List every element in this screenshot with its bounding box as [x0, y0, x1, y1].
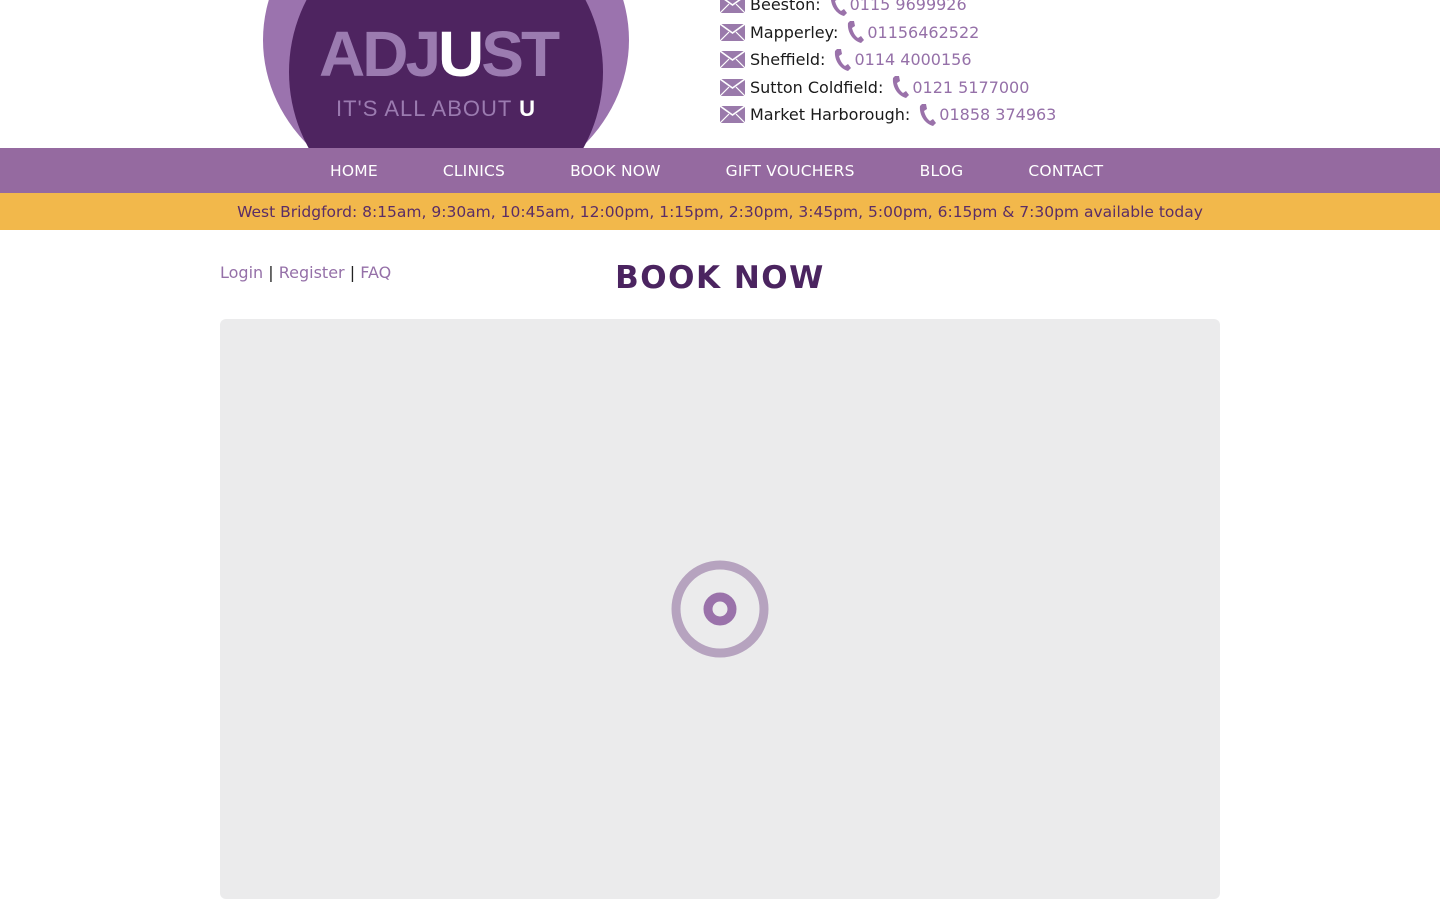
contact-phone-link[interactable]: 0115 9699926	[850, 0, 967, 14]
mail-icon[interactable]	[720, 78, 745, 96]
logo-tagline-text: IT'S ALL ABOUT	[336, 96, 512, 121]
main-nav: HOME CLINICS BOOK NOW GIFT VOUCHERS BLOG…	[0, 148, 1440, 193]
phone-icon	[833, 48, 852, 72]
clinic-contacts: Beeston: 0115 9699926 Mapperley: 0115646…	[720, 0, 1056, 129]
contact-name: Sheffield:	[750, 50, 826, 70]
mail-icon[interactable]	[720, 106, 745, 124]
nav-item-book-now[interactable]: BOOK NOW	[570, 162, 661, 180]
logo-wordmark: ADJUST	[319, 22, 560, 86]
availability-banner-text: West Bridgford: 8:15am, 9:30am, 10:45am,…	[237, 202, 1203, 221]
contact-row-market-harborough: Market Harborough: 01858 374963	[720, 101, 1056, 129]
mail-icon[interactable]	[720, 0, 745, 14]
contact-row-mapperley: Mapperley: 01156462522	[720, 19, 1056, 47]
contact-name: Market Harborough:	[750, 105, 911, 125]
phone-icon	[829, 0, 847, 17]
nav-item-blog[interactable]: BLOG	[920, 162, 964, 180]
mail-icon[interactable]	[720, 23, 745, 41]
mail-icon[interactable]	[720, 51, 745, 69]
booking-widget-frame[interactable]	[220, 319, 1220, 899]
availability-banner[interactable]: West Bridgford: 8:15am, 9:30am, 10:45am,…	[0, 193, 1440, 230]
nav-item-gift-vouchers[interactable]: GIFT VOUCHERS	[726, 162, 855, 180]
nav-item-clinics[interactable]: CLINICS	[443, 162, 505, 180]
nav-item-contact[interactable]: CONTACT	[1028, 162, 1103, 180]
contact-name: Mapperley:	[750, 22, 839, 42]
contact-phone-link[interactable]: 0121 5177000	[912, 78, 1029, 97]
phone-icon	[891, 75, 910, 99]
contact-phone-link[interactable]: 01156462522	[867, 23, 979, 42]
logo-wordmark-st: ST	[481, 18, 560, 90]
contact-phone-link[interactable]: 0114 4000156	[854, 50, 971, 69]
contact-row-sutton-coldfield: Sutton Coldfield: 0121 5177000	[720, 74, 1056, 102]
logo-wordmark-u: U	[438, 18, 484, 90]
site-logo[interactable]: ADJUST IT'S ALL ABOUT U	[263, 0, 629, 148]
logo-tagline: IT'S ALL ABOUT U	[336, 96, 536, 122]
contact-phone-link[interactable]: 01858 374963	[939, 105, 1056, 124]
nav-item-home[interactable]: HOME	[330, 162, 378, 180]
main-nav-items: HOME CLINICS BOOK NOW GIFT VOUCHERS BLOG…	[330, 148, 1103, 193]
phone-icon	[918, 103, 937, 127]
phone-icon	[846, 20, 865, 44]
loading-spinner-icon	[671, 560, 769, 658]
logo-wordmark-adj: ADJ	[319, 18, 441, 90]
contact-row-beeston: Beeston: 0115 9699926	[720, 0, 1056, 19]
contact-name: Sutton Coldfield:	[750, 77, 884, 97]
logo-tagline-u: U	[519, 96, 536, 121]
site-header: ADJUST IT'S ALL ABOUT U Beeston: 0115 96…	[0, 0, 1440, 148]
contact-row-sheffield: Sheffield: 0114 4000156	[720, 46, 1056, 74]
page-title: BOOK NOW	[615, 260, 825, 296]
contact-name: Beeston:	[750, 0, 821, 15]
